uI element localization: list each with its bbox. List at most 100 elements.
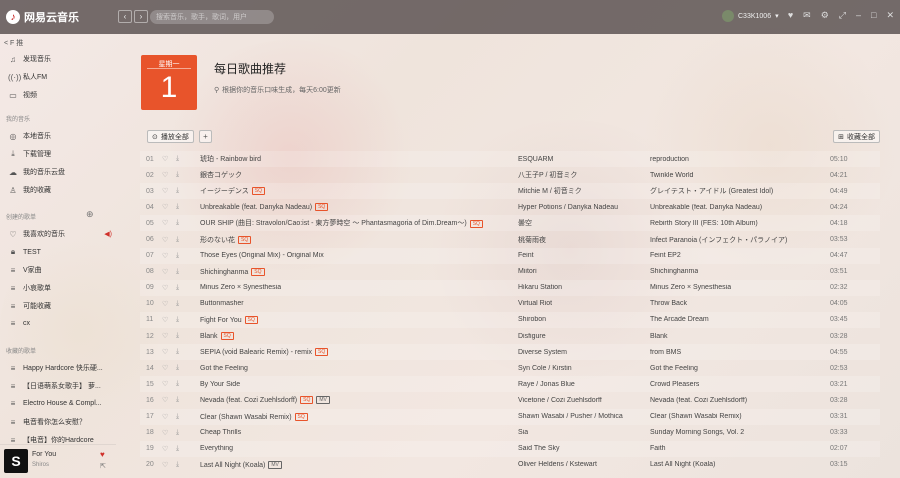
song-title[interactable]: Buttonmasher [200, 300, 244, 307]
heart-icon[interactable]: ♡ [162, 252, 168, 260]
mini-mode-icon[interactable]: ⤢ [839, 10, 846, 21]
close-icon[interactable]: ✕ [886, 10, 894, 21]
song-album[interactable]: Got the Feeling [650, 365, 698, 372]
heart-icon[interactable]: ♡ [162, 187, 168, 195]
song-album[interactable]: グレイテスト・アイドル (Greatest Idol) [650, 186, 773, 196]
song-artist[interactable]: Vicetone / Cozi Zuehlsdorff [518, 397, 602, 404]
song-title[interactable]: Unbreakable (feat. Danyka Nadeau) SQ [200, 203, 329, 212]
song-album[interactable]: Infect Paranoia (インフェクト・パラノイア) [650, 235, 787, 245]
song-artist[interactable]: ESQUARM [518, 156, 553, 163]
song-title[interactable]: Those Eyes (Original Mix) - Original Mix [200, 252, 324, 259]
song-album[interactable]: Minus Zero × Synesthesia [650, 284, 731, 291]
download-icon[interactable]: ⤓ [176, 268, 179, 276]
download-icon[interactable]: ⤓ [176, 348, 179, 356]
heartbeat-mode-icon[interactable]: ◀) [104, 230, 112, 238]
table-row[interactable]: 18 ♡ ⤓ Cheap Thrills Sia Sunday Morning Songs… [140, 425, 880, 441]
song-artist[interactable]: Virtual Riot [518, 300, 552, 307]
download-icon[interactable]: ⤓ [176, 332, 179, 340]
download-icon[interactable]: ⤓ [176, 236, 179, 244]
song-artist[interactable]: Miitori [518, 268, 537, 275]
heart-icon[interactable]: ♡ [162, 268, 168, 276]
sidebar-item-comfort[interactable]: ≡ 电音看你怎么安慰？ [8, 417, 112, 427]
song-title[interactable]: 銀杏コゲック [200, 170, 242, 180]
song-title[interactable]: Blank SQ [200, 332, 234, 341]
song-title[interactable]: Cheap Thrills [200, 429, 241, 436]
table-row[interactable]: 05 ♡ ⤓ OUR SHIP (曲目: Stravolon/Cao:ist - 東方… [140, 215, 880, 232]
song-artist[interactable]: Hyper Potions / Danyka Nadeau [518, 204, 618, 211]
song-title[interactable]: Everything [200, 445, 233, 452]
sidebar-item-cloud[interactable]: ☁ 我的音乐云盘 [8, 167, 112, 177]
download-icon[interactable]: ⤓ [176, 187, 179, 195]
song-title[interactable]: Clear (Shawn Wasabi Remix) SQ [200, 412, 308, 421]
sidebar-item-fm[interactable]: ((·)) 私人FM [8, 72, 112, 82]
heart-icon[interactable]: ♡ [162, 332, 168, 340]
song-title[interactable]: SEPIA (void Balearic Remix) - remix SQ [200, 348, 329, 357]
back-arrow-icon[interactable]: ‹ [118, 10, 132, 23]
download-icon[interactable]: ⤓ [176, 219, 179, 227]
collect-all-button[interactable]: ⊞ 收藏全部 [833, 130, 880, 143]
song-album[interactable]: Throw Back [650, 300, 687, 307]
sidebar-item-local[interactable]: ◎ 本地音乐 [8, 131, 112, 141]
download-icon[interactable]: ⤓ [176, 413, 179, 421]
gear-icon[interactable]: ⚙ [821, 10, 829, 21]
table-row[interactable]: 10 ♡ ⤓ Buttonmasher Virtual Riot Throw Back 04… [140, 296, 880, 312]
sidebar-item-video[interactable]: ▭ 视频 [8, 90, 112, 100]
song-artist[interactable]: Feint [518, 252, 534, 259]
sidebar-item-downloads[interactable]: ⤓ 下载管理 [8, 149, 112, 159]
album-cover[interactable]: S [4, 449, 28, 473]
table-row[interactable]: 13 ♡ ⤓ SEPIA (void Balearic Remix) - remix S… [140, 344, 880, 361]
heart-icon[interactable]: ♡ [162, 445, 168, 453]
sidebar-item-cx[interactable]: ≡ cx [8, 319, 112, 328]
song-artist[interactable]: Mitchie M / 初音ミク [518, 186, 582, 196]
song-album[interactable]: reproduction [650, 156, 689, 163]
song-artist[interactable]: Sia [518, 429, 528, 436]
song-album[interactable]: Twinkle World [650, 172, 693, 179]
song-album[interactable]: Sunday Morning Songs, Vol. 2 [650, 429, 744, 436]
table-row[interactable]: 08 ♡ ⤓ Shichinghanma SQ Miitori Shichinghanma 0… [140, 264, 880, 280]
download-icon[interactable]: ⤓ [176, 445, 179, 453]
table-row[interactable]: 16 ♡ ⤓ Nevada (feat. Cozi Zuehlsdorff) SQ MV V… [140, 392, 880, 408]
table-row[interactable]: 15 ♡ ⤓ By Your Side Raye / Jonas Blue Crowd P… [140, 376, 880, 393]
heart-icon[interactable]: ♡ [162, 300, 168, 308]
song-album[interactable]: Nevada (feat. Cozi Zuehlsdorff) [650, 397, 747, 404]
heart-icon[interactable]: ♡ [162, 429, 168, 437]
song-title[interactable]: By Your Side [200, 381, 240, 388]
song-artist[interactable]: 曇空 [518, 218, 532, 228]
minimize-icon[interactable]: – [856, 10, 861, 21]
song-title[interactable]: イージーデンス SQ [200, 186, 265, 196]
download-icon[interactable]: ⤓ [176, 252, 179, 260]
forward-arrow-icon[interactable]: › [134, 10, 148, 23]
sidebar-item-ai[interactable]: ≡ 小哀歌单 [8, 283, 112, 293]
table-row[interactable]: 20 ♡ ⤓ Last All Night (Koala) MV Oliver Helde… [140, 457, 880, 473]
song-album[interactable]: The Arcade Dream [650, 316, 709, 323]
maximize-icon[interactable]: □ [871, 10, 876, 21]
share-icon[interactable]: ⇱ [100, 462, 106, 470]
song-title[interactable]: Nevada (feat. Cozi Zuehlsdorff) SQ MV [200, 396, 330, 405]
song-album[interactable]: from BMS [650, 349, 681, 356]
sidebar-item-discover[interactable]: ♫ 发现音乐 [8, 54, 112, 64]
heart-icon[interactable]: ♡ [162, 461, 168, 469]
song-artist[interactable]: Shirobon [518, 316, 546, 323]
song-album[interactable]: Faith [650, 445, 666, 452]
heart-icon[interactable]: ♡ [162, 155, 168, 163]
download-icon[interactable]: ⤓ [176, 155, 179, 163]
heart-icon[interactable]: ♡ [162, 364, 168, 372]
user-menu[interactable]: C33K1006 ▾ [722, 10, 779, 22]
song-album[interactable]: Feint EP2 [650, 252, 681, 259]
sidebar-item-vocaloid[interactable]: ≡ V家曲 [8, 265, 112, 275]
table-row[interactable]: 04 ♡ ⤓ Unbreakable (feat. Danyka Nadeau) SQ H… [140, 199, 880, 215]
song-artist[interactable]: 桃菊雨夜 [518, 235, 546, 245]
song-album[interactable]: Rebirth Story III (FES: 10th Album) [650, 220, 758, 227]
sidebar-item-happy-hardcore[interactable]: ≡ Happy Hardcore 快乐硬... [8, 363, 112, 373]
download-icon[interactable]: ⤓ [176, 461, 179, 469]
sidebar-item-electro[interactable]: ≡ Electro House & Compl... [8, 399, 112, 408]
table-row[interactable]: 12 ♡ ⤓ Blank SQ Disfigure Blank 03:28 [140, 328, 880, 344]
heart-icon[interactable]: ♡ [162, 396, 168, 404]
mail-icon[interactable]: ✉ [803, 10, 811, 21]
sidebar-item-maybe[interactable]: ≡ 可能收藏 [8, 301, 112, 311]
download-icon[interactable]: ⤓ [176, 429, 179, 437]
song-title[interactable]: Got the Feeling [200, 365, 248, 372]
song-artist[interactable]: Said The Sky [518, 445, 560, 452]
download-icon[interactable]: ⤓ [176, 300, 179, 308]
download-icon[interactable]: ⤓ [176, 284, 179, 292]
